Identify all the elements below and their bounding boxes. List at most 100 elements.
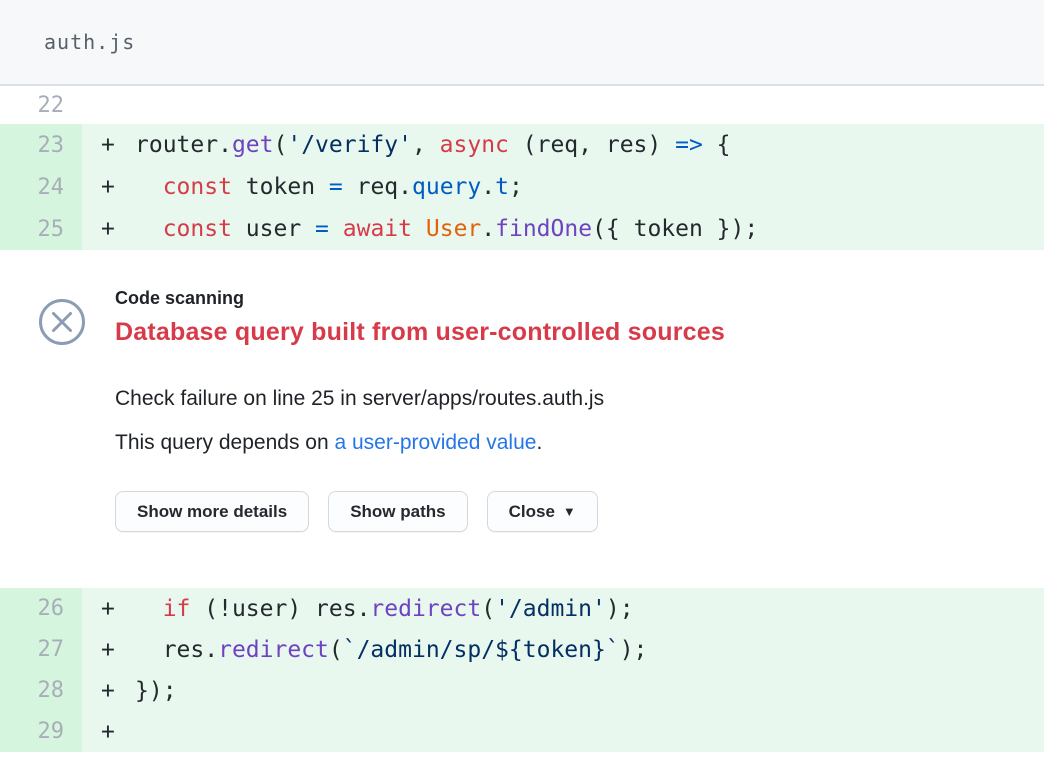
diff-row: 28 +}); (0, 670, 1044, 711)
code-line: if (!user) res.redirect('/admin'); (135, 596, 634, 622)
code-token: query (412, 174, 481, 200)
diff-gutter: 23 (0, 124, 82, 166)
code-token: (!user) res. (190, 596, 370, 622)
code-token: `/admin/sp/${token}` (343, 637, 620, 663)
code-token: ); (620, 637, 648, 663)
code-token: , (412, 132, 440, 158)
code-token: ({ token }); (592, 216, 758, 242)
code-line: const token = req.query.t; (135, 174, 523, 200)
diff-hunk-top: 2223+router.get('/verify', async (req, r… (0, 86, 1044, 250)
alert-description-line-2: This query depends on a user-provided va… (115, 421, 1014, 465)
diff-gutter: 26 (0, 588, 82, 629)
code-token: const (163, 174, 232, 200)
diff-gutter: 28 (0, 670, 82, 711)
code-token: async (440, 132, 509, 158)
code-token (135, 216, 163, 242)
dropdown-caret-icon: ▼ (563, 504, 576, 519)
line-number[interactable]: 27 (38, 637, 65, 662)
code-token: ( (481, 596, 495, 622)
alert-kicker: Code scanning (115, 288, 1014, 309)
button-label: Show more details (137, 502, 287, 522)
code-token: res. (135, 637, 218, 663)
code-token: '/verify' (287, 132, 412, 158)
code-line: }); (135, 678, 177, 704)
alert-title: Database query built from user-controlle… (115, 318, 1014, 347)
code-line: const user = await User.findOne({ token … (135, 216, 758, 242)
diff-gutter: 27 (0, 629, 82, 670)
show-paths-button[interactable]: Show paths (328, 491, 467, 532)
diff-row: 25 + const user = await User.findOne({ to… (0, 208, 1044, 250)
line-number[interactable]: 28 (38, 678, 65, 703)
code-scanning-annotation: Code scanning Database query built from … (0, 250, 1044, 588)
code-token: findOne (495, 216, 592, 242)
code-token: ; (509, 174, 523, 200)
line-number[interactable]: 29 (38, 719, 65, 744)
code-token: (req, res) (509, 132, 675, 158)
button-label: Close (509, 502, 555, 522)
line-number[interactable]: 24 (38, 175, 65, 200)
code-token: if (163, 596, 191, 622)
diff-add-marker: + (101, 132, 135, 158)
code-token: ( (329, 637, 343, 663)
close-button[interactable]: Close ▼ (487, 491, 598, 532)
alert-description-suffix: . (536, 431, 542, 454)
user-provided-value-link[interactable]: a user-provided value (334, 431, 536, 454)
diff-add-marker: + (101, 637, 135, 663)
diff-add-marker: + (101, 719, 135, 745)
code-token: = (329, 174, 343, 200)
code-token: await (343, 216, 412, 242)
code-token: redirect (218, 637, 329, 663)
diff-gutter: 29 (0, 711, 82, 752)
diff-row: 29 + (0, 711, 1044, 752)
code-token (135, 596, 163, 622)
code-token: router. (135, 132, 232, 158)
code-token (135, 174, 163, 200)
diff-gutter: 22 (0, 86, 82, 124)
code-token: User (426, 216, 481, 242)
file-header: auth.js (0, 0, 1044, 86)
diff-hunk-bottom: 26+ if (!user) res.redirect('/admin');27… (0, 588, 1044, 752)
diff-row: 27 + res.redirect(`/admin/sp/${token}`); (0, 629, 1044, 670)
diff-add-marker: + (101, 174, 135, 200)
code-token: . (481, 174, 495, 200)
code-token: req. (343, 174, 412, 200)
diff-add-marker: + (101, 216, 135, 242)
line-number[interactable]: 23 (38, 133, 65, 158)
code-token: = (315, 216, 329, 242)
button-label: Show paths (350, 502, 445, 522)
code-token: ); (606, 596, 634, 622)
diff-add-marker: + (101, 596, 135, 622)
code-token: get (232, 132, 274, 158)
code-token: => (675, 132, 703, 158)
diff-gutter: 25 (0, 208, 82, 250)
alert-description-line-1: Check failure on line 25 in server/apps/… (115, 377, 1014, 421)
code-line: res.redirect(`/admin/sp/${token}`); (135, 637, 647, 663)
alert-description-prefix: This query depends on (115, 431, 334, 454)
x-circle-icon (38, 298, 86, 346)
diff-row: 26 + if (!user) res.redirect('/admin'); (0, 588, 1044, 629)
diff-add-marker: + (101, 678, 135, 704)
code-token (329, 216, 343, 242)
diff-row: 23 +router.get('/verify', async (req, res… (0, 124, 1044, 166)
line-number[interactable]: 25 (38, 217, 65, 242)
code-token (412, 216, 426, 242)
code-token: token (232, 174, 329, 200)
line-number[interactable]: 26 (38, 596, 65, 621)
code-token: redirect (370, 596, 481, 622)
line-number[interactable]: 22 (38, 93, 65, 118)
code-token: '/admin' (495, 596, 606, 622)
file-name-label: auth.js (44, 30, 135, 54)
diff-gutter: 24 (0, 166, 82, 208)
code-line: router.get('/verify', async (req, res) =… (135, 132, 731, 158)
code-token: t (495, 174, 509, 200)
code-token: . (481, 216, 495, 242)
code-token: user (232, 216, 315, 242)
show-more-details-button[interactable]: Show more details (115, 491, 309, 532)
diff-row: 24 + const token = req.query.t; (0, 166, 1044, 208)
code-token: { (703, 132, 731, 158)
code-token: }); (135, 678, 177, 704)
code-token: const (163, 216, 232, 242)
diff-row: 22 (0, 86, 1044, 124)
alert-button-row: Show more details Show paths Close ▼ (115, 491, 1014, 532)
code-token: ( (273, 132, 287, 158)
